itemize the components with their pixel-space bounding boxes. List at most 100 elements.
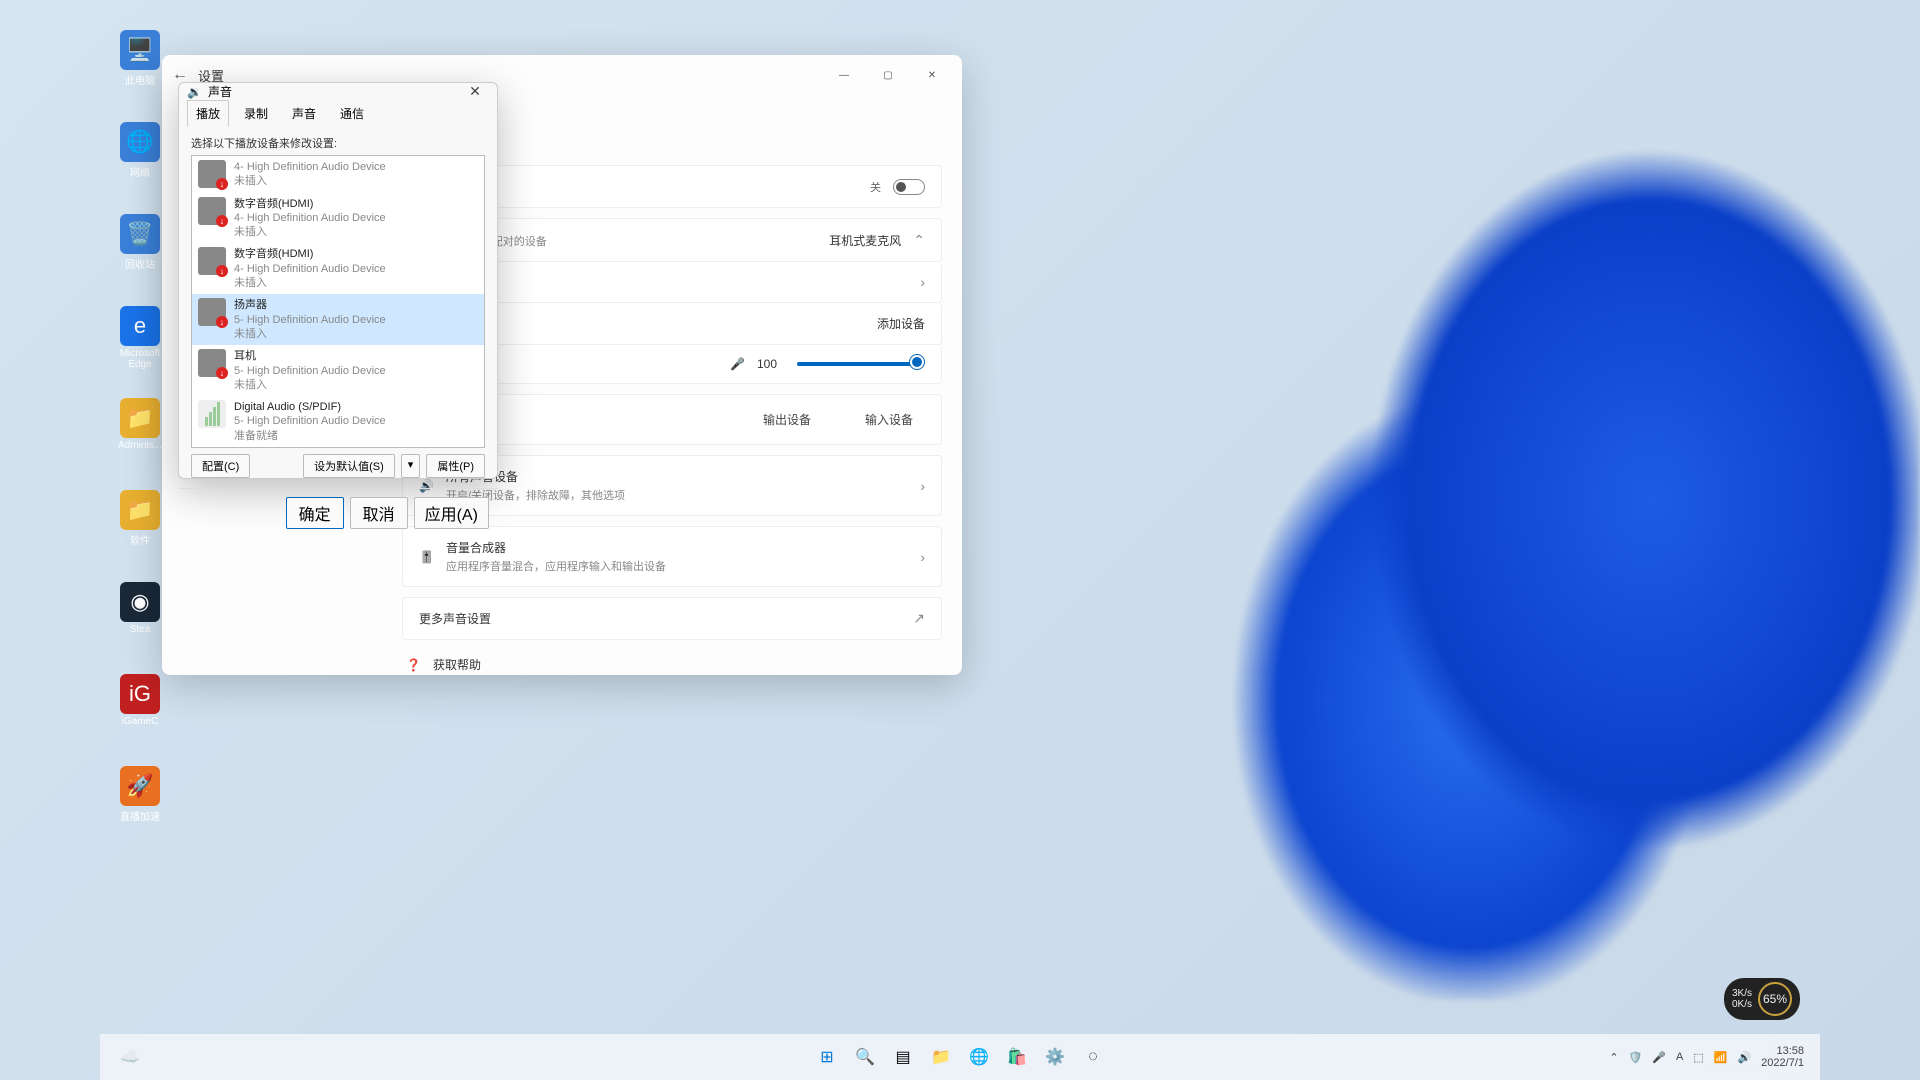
explorer-button[interactable]: 📁 [927, 1043, 955, 1071]
device-name: 数字音频(HDMI) [234, 197, 386, 211]
volume-slider[interactable] [797, 362, 917, 366]
device-icon [198, 160, 226, 188]
edge-button[interactable]: 🌐 [965, 1043, 993, 1071]
search-button[interactable]: 🔍 [851, 1043, 879, 1071]
properties-button[interactable]: 属性(P) [426, 454, 485, 478]
tray-network-icon[interactable]: 📶 [1714, 1051, 1728, 1064]
tray-volume-icon[interactable]: 🔊 [1737, 1051, 1751, 1064]
tab-playback[interactable]: 播放 [187, 100, 229, 127]
device-driver: 5- High Definition Audio Device [234, 414, 386, 428]
desktop-icon-admin[interactable]: 📁Adminis... [110, 398, 170, 462]
sound-dialog-title: 声音 [208, 83, 232, 100]
tray-chevron-icon[interactable]: ⌃ [1609, 1051, 1618, 1064]
apply-button[interactable]: 应用(A) [414, 497, 489, 529]
app-button[interactable]: ◌ [1079, 1043, 1107, 1071]
minimize-button[interactable]: — [822, 59, 866, 91]
store-button[interactable]: 🛍️ [1003, 1043, 1031, 1071]
maximize-button[interactable]: ▢ [866, 59, 910, 91]
device-item[interactable]: 扬声器5- High Definition Audio Device未插入 [192, 294, 484, 345]
dialog-close-button[interactable]: ✕ [461, 83, 489, 100]
device-driver: 4- High Definition Audio Device [234, 211, 386, 225]
device-icon [198, 197, 226, 225]
device-status: 未插入 [234, 327, 386, 341]
desktop-icon-computer[interactable]: 🖥️此电脑 [110, 30, 170, 94]
tab-recording[interactable]: 录制 [235, 100, 277, 127]
device-name: 扬声器 [234, 298, 386, 312]
toggle-off-text: 关 [870, 179, 881, 195]
device-item[interactable]: 数字音频(HDMI)4- High Definition Audio Devic… [192, 193, 484, 244]
tray-shield-icon[interactable]: 🛡️ [1629, 1051, 1643, 1064]
device-status: 未插入 [234, 378, 386, 392]
more-sound-row[interactable]: 更多声音设置 ↗ [402, 597, 942, 640]
tray-app-icon[interactable]: ⬚ [1693, 1051, 1703, 1064]
desktop-icon-accel[interactable]: 🚀直播加速 [110, 766, 170, 830]
input-device-pill[interactable]: 输入设备 [853, 407, 925, 432]
instruct-label: 选择以下播放设备来修改设置: [191, 135, 485, 151]
chevron-up-icon: ⌃ [913, 232, 925, 249]
clock[interactable]: 13:58 2022/7/1 [1761, 1045, 1804, 1069]
device-status: 未插入 [234, 276, 386, 290]
clock-date: 2022/7/1 [1761, 1057, 1804, 1069]
tray-ime-icon[interactable]: A [1676, 1051, 1683, 1063]
device-name: Digital Audio (S/PDIF) [234, 400, 386, 414]
device-driver: 4- High Definition Audio Device [234, 160, 386, 174]
more-sound-label: 更多声音设置 [419, 610, 901, 627]
desktop-icon-steam[interactable]: ◉Stea [110, 582, 170, 646]
clock-time: 13:58 [1761, 1045, 1804, 1057]
desktop-icon-recycle[interactable]: 🗑️回收站 [110, 214, 170, 278]
system-tray[interactable]: ⌃ 🛡️ 🎤 A ⬚ 📶 🔊 13:58 2022/7/1 [1609, 1045, 1804, 1069]
device-item[interactable]: 4- High Definition Audio Device未插入 [192, 156, 484, 193]
device-list[interactable]: 4- High Definition Audio Device未插入数字音频(H… [191, 155, 485, 448]
settings-button[interactable]: ⚙️ [1041, 1043, 1069, 1071]
device-icon [198, 298, 226, 326]
device-status: 未插入 [234, 174, 386, 188]
all-sound-sub: 开启/关闭设备，排除故障，其他选项 [446, 487, 908, 503]
chevron-right-icon: › [920, 549, 925, 565]
device-item[interactable]: 耳机5- High Definition Audio Device未插入 [192, 345, 484, 396]
tab-communications[interactable]: 通信 [331, 100, 373, 127]
net-up: 3K/s [1732, 988, 1752, 999]
volume-value: 100 [757, 357, 777, 371]
set-default-button[interactable]: 设为默认值(S) [303, 454, 395, 478]
desktop-icon-igame[interactable]: iGiGameC [110, 674, 170, 738]
battery-circle: 65% [1758, 982, 1792, 1016]
help-icon: ❓ [406, 658, 421, 672]
configure-button[interactable]: 配置(C) [191, 454, 250, 478]
device-name: 耳机 [234, 349, 386, 363]
device-name: 数字音频(HDMI) [234, 247, 386, 261]
desktop-icon-network[interactable]: 🌐网络 [110, 122, 170, 186]
wallpaper [1020, 0, 1920, 1000]
desktop-icon-edge[interactable]: eMicrosoft Edge [110, 306, 170, 370]
help-row[interactable]: ❓ 获取帮助 [402, 650, 942, 675]
cancel-button[interactable]: 取消 [350, 497, 408, 529]
help-label: 获取帮助 [433, 656, 481, 673]
device-status: 未插入 [234, 225, 386, 239]
start-button[interactable]: ⊞ [813, 1043, 841, 1071]
weather-widget[interactable]: ☁️ [120, 1047, 140, 1067]
close-button[interactable]: ✕ [910, 59, 954, 91]
sound-icon: 🔉 [187, 85, 202, 99]
task-view-button[interactable]: ▤ [889, 1043, 917, 1071]
mixer-icon: 🎚️ [419, 550, 434, 564]
mono-toggle[interactable] [893, 179, 925, 195]
add-device-label: 添加设备 [877, 315, 925, 332]
device-icon [198, 349, 226, 377]
device-item[interactable]: Digital Audio (S/PDIF)5- High Definition… [192, 396, 484, 447]
device-status: 准备就绪 [234, 429, 386, 443]
device-item[interactable]: 数字音频(HDMI)4- High Definition Audio Devic… [192, 243, 484, 294]
net-down: 0K/s [1732, 999, 1752, 1010]
tray-mic-icon[interactable]: 🎤 [1652, 1051, 1666, 1064]
tab-sounds[interactable]: 声音 [283, 100, 325, 127]
mixer-title: 音量合成器 [446, 539, 908, 556]
desktop-icon-software[interactable]: 📁软件 [110, 490, 170, 554]
ok-button[interactable]: 确定 [286, 497, 344, 529]
taskbar: ☁️ ⊞ 🔍 ▤ 📁 🌐 🛍️ ⚙️ ◌ ⌃ 🛡️ 🎤 A ⬚ 📶 🔊 13:5… [100, 1034, 1820, 1080]
device-icon [198, 247, 226, 275]
output-device-pill[interactable]: 输出设备 [751, 407, 823, 432]
sound-dialog: 🔉 声音 ✕ 播放 录制 声音 通信 选择以下播放设备来修改设置: 4- Hig… [178, 82, 498, 479]
all-sound-title: 所有声音设备 [446, 468, 908, 485]
network-monitor[interactable]: 3K/s 0K/s 65% [1724, 978, 1800, 1020]
sound-dialog-titlebar: 🔉 声音 ✕ [179, 83, 497, 100]
external-link-icon: ↗ [913, 610, 925, 627]
dropdown-icon[interactable]: ▾ [401, 454, 421, 478]
